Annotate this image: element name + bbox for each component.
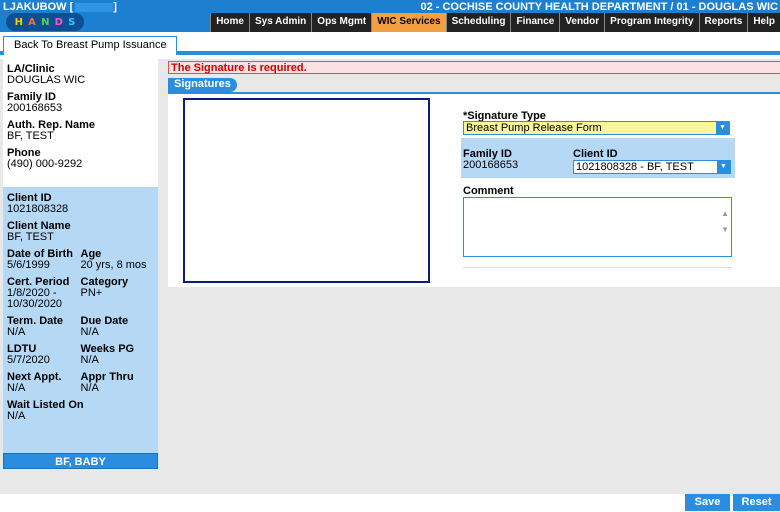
logo-letter-s: S: [68, 16, 76, 28]
appr-thru-field: Appr Thru N/A: [81, 372, 155, 394]
nav-reports[interactable]: Reports: [698, 13, 748, 32]
nav-home[interactable]: Home: [210, 13, 249, 32]
ldtu-weeks-row: LDTU 5/7/2020 Weeks PG N/A: [7, 344, 154, 372]
nav-vendor[interactable]: Vendor: [559, 13, 605, 32]
phone-value: (490) 000-9292: [7, 158, 83, 170]
user-mask: [75, 2, 114, 12]
nav-scheduling[interactable]: Scheduling: [445, 13, 511, 32]
logo-letter-n: N: [41, 16, 50, 28]
nav-finance[interactable]: Finance: [510, 13, 560, 32]
user-name: LJAKUBOW []: [3, 1, 117, 13]
due-date-value: N/A: [80, 326, 99, 338]
wait-listed-field: Wait Listed On N/A: [7, 400, 154, 422]
save-button[interactable]: Save: [685, 494, 730, 511]
signature-type-value: Breast Pump Release Form: [466, 122, 602, 134]
due-date-field: Due Date N/A: [81, 316, 155, 338]
auth-rep-value: BF, TEST: [7, 130, 54, 142]
error-message: The Signature is required.: [168, 61, 780, 74]
chevron-down-icon: ▼: [717, 161, 730, 173]
agency-name: 02 - COCHISE COUNTY HEALTH DEPARTMENT / …: [420, 1, 778, 13]
next-appr-row: Next Appt. N/A Appr Thru N/A: [7, 372, 154, 400]
category-field: Category PN+: [81, 277, 155, 310]
wait-listed-value: N/A: [7, 410, 26, 422]
dob-value: 5/6/1999: [7, 259, 50, 271]
client-sidebar: LA/Clinic DOUGLAS WIC Family ID 20016865…: [0, 59, 160, 512]
client-id-select[interactable]: 1021808328 - BF, TEST ▼: [573, 160, 731, 174]
bottom-bar: Save Reset: [0, 494, 780, 512]
signature-type-select[interactable]: Breast Pump Release Form ▼: [463, 121, 730, 135]
client-name-value: BF, TEST: [7, 231, 54, 243]
appr-thru-value: N/A: [80, 382, 99, 394]
nav-program-integrity[interactable]: Program Integrity: [604, 13, 699, 32]
client-id-value: 1021808328: [7, 203, 69, 215]
ldtu-field: LDTU 5/7/2020: [7, 344, 81, 366]
next-appt-value: N/A: [7, 382, 26, 394]
client-id-selected: 1021808328 - BF, TEST: [576, 161, 694, 173]
nav-ops-mgmt[interactable]: Ops Mgmt: [311, 13, 372, 32]
term-date-value: N/A: [7, 326, 26, 338]
top-banner: LJAKUBOW [] 02 - COCHISE COUNTY HEALTH D…: [0, 0, 780, 32]
term-due-row: Term. Date N/A Due Date N/A: [7, 316, 154, 344]
client-id-field: Client ID 1021808328: [7, 193, 154, 215]
comment-textarea[interactable]: ▲ ▼: [463, 197, 732, 257]
comment-label: Comment: [463, 185, 514, 197]
family-info: LA/Clinic DOUGLAS WIC Family ID 20016865…: [3, 59, 158, 187]
reset-button[interactable]: Reset: [733, 494, 780, 511]
la-clinic-field: LA/Clinic DOUGLAS WIC: [7, 64, 154, 86]
next-appt-field: Next Appt. N/A: [7, 372, 81, 394]
client-name-field: Client Name BF, TEST: [7, 221, 154, 243]
category-value: PN+: [80, 287, 103, 299]
hands-logo: H A N D S: [6, 13, 84, 31]
main-content: The Signature is required. Signatures *S…: [160, 59, 780, 494]
cert-period-end: 10/30/2020: [7, 298, 63, 310]
signature-pad[interactable]: [183, 98, 430, 283]
form-divider: [463, 267, 732, 268]
nav-sys-admin[interactable]: Sys Admin: [248, 13, 312, 32]
la-clinic-value: DOUGLAS WIC: [7, 74, 86, 86]
textarea-scroll-arrows[interactable]: ▲ ▼: [721, 206, 729, 238]
tab-row: Back To Breast Pump Issuance: [0, 32, 780, 55]
signatures-section-title: Signatures: [168, 78, 237, 92]
logo-letter-d: D: [54, 16, 63, 28]
ldtu-value: 5/7/2020: [7, 354, 50, 366]
nav-wic-services[interactable]: WIC Services: [371, 13, 446, 32]
term-date-field: Term. Date N/A: [7, 316, 81, 338]
age-field: Age 20 yrs, 8 mos: [81, 249, 155, 271]
nav-help[interactable]: Help: [747, 13, 780, 32]
family-member-baby-button[interactable]: BF, BABY: [3, 453, 158, 469]
weeks-pg-value: N/A: [80, 354, 99, 366]
cert-period-field: Cert. Period 1/8/2020 - 10/30/2020: [7, 277, 81, 310]
main-nav: Home Sys Admin Ops Mgmt WIC Services Sch…: [210, 13, 780, 32]
logo-letter-a: A: [28, 16, 36, 28]
sidebar-panel: LA/Clinic DOUGLAS WIC Family ID 20016865…: [3, 59, 158, 471]
phone-field: Phone (490) 000-9292: [7, 148, 154, 170]
dob-age-row: Date of Birth 5/6/1999 Age 20 yrs, 8 mos: [7, 249, 154, 277]
age-value: 20 yrs, 8 mos: [80, 259, 147, 271]
family-id-value: 200168653: [463, 159, 519, 171]
dob-field: Date of Birth 5/6/1999: [7, 249, 81, 271]
weeks-pg-field: Weeks PG N/A: [81, 344, 155, 366]
logo-letter-h: H: [14, 16, 23, 28]
family-id-field: Family ID 200168653: [7, 92, 154, 114]
cert-category-row: Cert. Period 1/8/2020 - 10/30/2020 Categ…: [7, 277, 154, 316]
client-id-label: Client ID: [573, 148, 618, 160]
wait-listed-label: Wait Listed On: [7, 399, 84, 411]
chevron-down-icon: ▼: [716, 122, 729, 134]
client-info: Client ID 1021808328 Client Name BF, TES…: [3, 187, 158, 453]
auth-rep-field: Auth. Rep. Name BF, TEST: [7, 120, 154, 142]
back-to-breast-pump-issuance-button[interactable]: Back To Breast Pump Issuance: [3, 36, 177, 55]
family-id-value: 200168653: [7, 102, 63, 114]
